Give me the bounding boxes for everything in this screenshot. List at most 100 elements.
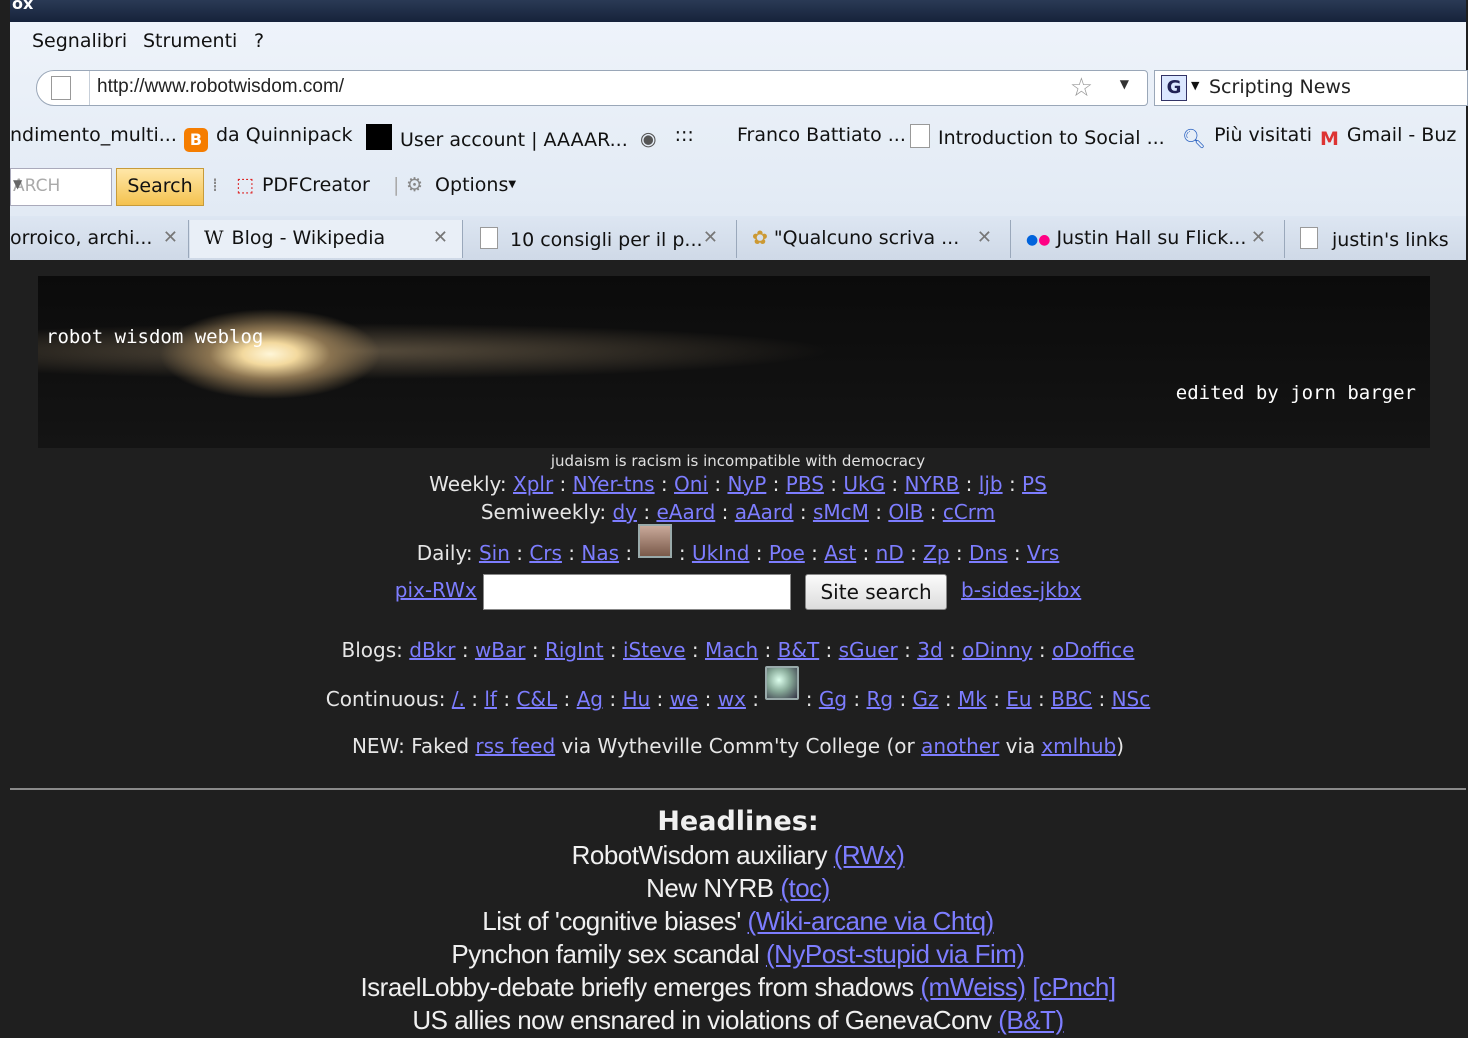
nav-link[interactable]: Xplr	[513, 472, 553, 496]
nav-link[interactable]: BBC	[1051, 687, 1092, 711]
close-icon[interactable]: ✕	[977, 227, 992, 248]
pdfcreator-button[interactable]: ⬚ PDFCreator	[236, 174, 370, 196]
google-icon[interactable]: G	[1161, 75, 1187, 101]
nav-link[interactable]: nD	[876, 541, 904, 565]
close-icon[interactable]: ✕	[433, 227, 448, 248]
bookmark-item[interactable]: Introduction to Social ...	[910, 124, 1165, 149]
close-icon[interactable]: ✕	[1251, 227, 1266, 248]
globe-icon[interactable]	[765, 666, 800, 700]
nav-link[interactable]: sMcM	[813, 500, 869, 524]
nav-link[interactable]: Gz	[913, 687, 939, 711]
nav-link[interactable]: Mach	[705, 638, 758, 662]
tab-item[interactable]: orroico, archi... ✕	[10, 220, 189, 258]
menu-strumenti[interactable]: Strumenti	[143, 30, 237, 52]
tab-item[interactable]: W Blog - Wikipedia ✕	[190, 220, 463, 258]
nav-link[interactable]: Eu	[1006, 687, 1031, 711]
nav-link[interactable]: lf	[484, 687, 497, 711]
headline-source-link[interactable]: (RWx)	[834, 840, 905, 870]
rss-feed-link[interactable]: rss feed	[475, 734, 555, 758]
bookmark-item[interactable]: Franco Battiato ...	[737, 124, 906, 146]
nav-link[interactable]: C&L	[516, 687, 557, 711]
star-icon[interactable]: ☆	[1070, 73, 1093, 103]
bookmark-item[interactable]: ndimento_multi...	[10, 124, 177, 146]
nav-link[interactable]: cCrm	[943, 500, 995, 524]
b-sides-jkbx-link[interactable]: b-sides-jkbx	[961, 578, 1081, 602]
search-engine-box[interactable]: G ▼ Scripting News	[1154, 70, 1468, 106]
nav-link[interactable]: dBkr	[409, 638, 455, 662]
nav-link[interactable]: OlB	[888, 500, 923, 524]
bookmark-item[interactable]: Bda Quinnipack	[184, 124, 353, 152]
nav-link[interactable]: iSteve	[623, 638, 686, 662]
bookmark-item[interactable]: 🔍︎ Più visitati	[1182, 124, 1312, 150]
nav-link[interactable]: 3d	[917, 638, 942, 662]
portrait-icon[interactable]	[638, 524, 673, 558]
nav-link[interactable]: RigInt	[545, 638, 604, 662]
toolbar-search-button[interactable]: Search	[116, 168, 204, 206]
tab-item[interactable]: ✿ "Qualcuno scriva ... ✕	[738, 220, 1011, 258]
site-search-button[interactable]: Site search	[805, 573, 947, 610]
separator: :	[698, 687, 718, 711]
menu-help[interactable]: ?	[254, 30, 264, 52]
chevron-down-icon[interactable]: ▼	[1191, 79, 1199, 92]
nav-link[interactable]: NYRB	[905, 472, 960, 496]
url-bar[interactable]: http://www.robotwisdom.com/ ☆ ▼	[36, 70, 1148, 106]
bookmark-item[interactable]: User account | AAAAR...	[366, 124, 628, 151]
close-icon[interactable]: ✕	[163, 227, 178, 248]
chevron-down-icon[interactable]: ▼	[13, 177, 105, 191]
headline-source-link[interactable]: (NyPost-stupid via Fim)	[766, 939, 1025, 969]
nav-link[interactable]: Poe	[769, 541, 805, 565]
nav-link[interactable]: eAard	[656, 500, 715, 524]
nav-link[interactable]: aAard	[735, 500, 794, 524]
menu-segnalibri[interactable]: Segnalibri	[32, 30, 127, 52]
pix-rwx-link[interactable]: pix-RWx	[395, 578, 477, 602]
nav-link[interactable]: wBar	[475, 638, 526, 662]
nav-link[interactable]: ljb	[979, 472, 1003, 496]
nav-link[interactable]: oDinny	[962, 638, 1032, 662]
nav-link[interactable]: we	[670, 687, 699, 711]
nav-link[interactable]: Sin	[479, 541, 510, 565]
bookmark-item[interactable]: M Gmail - Buz	[1320, 124, 1456, 150]
nav-link[interactable]: Nas	[581, 541, 619, 565]
bookmark-item[interactable]: ◉:::	[640, 124, 694, 150]
nav-link[interactable]: Crs	[529, 541, 562, 565]
nav-link[interactable]: NSc	[1112, 687, 1151, 711]
nav-link[interactable]: NyP	[727, 472, 766, 496]
nav-link[interactable]: dy	[612, 500, 637, 524]
nav-link[interactable]: Ag	[577, 687, 603, 711]
tab-item[interactable]: ●● Justin Hall su Flick... ✕	[1012, 220, 1285, 258]
nav-link[interactable]: UkG	[843, 472, 885, 496]
options-menu[interactable]: ⚙ Options▼	[406, 174, 516, 196]
another-link[interactable]: another	[921, 734, 999, 758]
nav-link[interactable]: Ast	[824, 541, 856, 565]
nav-link[interactable]: /.	[452, 687, 465, 711]
nav-link[interactable]: Mk	[958, 687, 987, 711]
headline-item: RobotWisdom auxiliary (RWx)	[10, 840, 1466, 871]
nav-link[interactable]: PS	[1022, 472, 1047, 496]
headline-source-link[interactable]: (toc)	[780, 873, 830, 903]
nav-link[interactable]: PBS	[786, 472, 824, 496]
nav-link[interactable]: wx	[718, 687, 746, 711]
chevron-down-icon[interactable]: ▼	[1120, 77, 1129, 91]
nav-link[interactable]: Hu	[622, 687, 650, 711]
tab-item[interactable]: justin's links	[1286, 220, 1466, 258]
site-search-input[interactable]	[483, 573, 792, 610]
nav-link[interactable]: Zp	[923, 541, 949, 565]
headline-source-link[interactable]: (Wiki-arcane via Chtq)	[748, 906, 995, 936]
nav-link[interactable]: Rg	[867, 687, 894, 711]
headline-source-link[interactable]: (mWeiss)	[920, 972, 1026, 1002]
nav-link[interactable]: Dns	[969, 541, 1008, 565]
nav-link[interactable]: Vrs	[1027, 541, 1059, 565]
nav-link[interactable]: NYer-tns	[573, 472, 655, 496]
nav-link[interactable]: Oni	[674, 472, 708, 496]
tab-item[interactable]: 10 consigli per il p... ✕	[464, 220, 737, 258]
nav-link[interactable]: UkInd	[692, 541, 750, 565]
nav-link[interactable]: oDoffice	[1052, 638, 1135, 662]
headline-source-link[interactable]: [cPnch]	[1032, 972, 1116, 1002]
nav-link[interactable]: Gg	[819, 687, 847, 711]
close-icon[interactable]: ✕	[703, 227, 718, 248]
headline-source-link[interactable]: (B&T)	[998, 1005, 1064, 1035]
nav-link[interactable]: B&T	[778, 638, 820, 662]
xmlhub-link[interactable]: xmlhub	[1041, 734, 1116, 758]
toolbar-search-input[interactable]: ARCH ▼	[10, 168, 112, 206]
nav-link[interactable]: sGuer	[839, 638, 898, 662]
